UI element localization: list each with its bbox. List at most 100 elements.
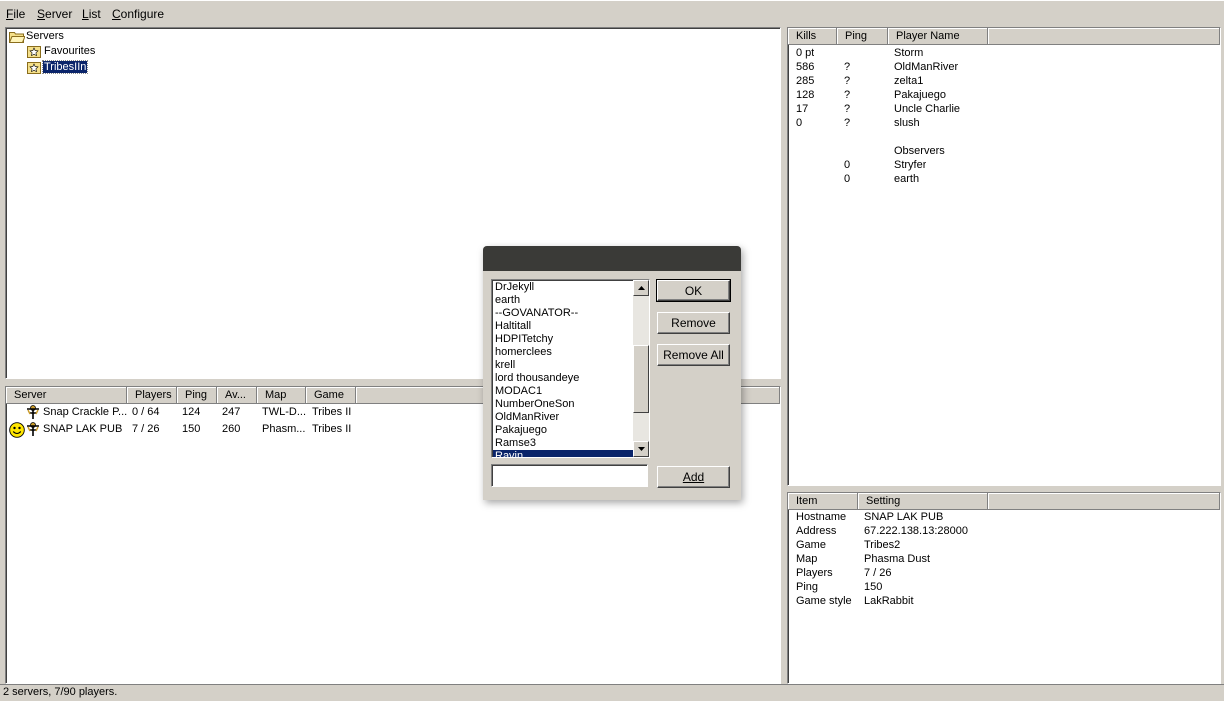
buddy-name-input[interactable]	[491, 464, 648, 487]
scroll-down-button[interactable]	[633, 441, 649, 457]
server-map: Phasm...	[262, 423, 306, 435]
tree-node-servers[interactable]: Servers	[26, 30, 64, 42]
player-row[interactable]: 586 ? OldManRiver	[788, 61, 1220, 75]
server-info-panel: Item Setting Hostname SNAP LAK PUB Addre…	[787, 492, 1221, 684]
list-item[interactable]: DrJekyll	[495, 281, 534, 294]
list-item[interactable]: OldManRiver	[495, 411, 559, 424]
list-item[interactable]: earth	[495, 294, 520, 307]
player-name: Uncle Charlie	[894, 103, 961, 115]
scroll-up-button[interactable]	[633, 280, 649, 296]
info-setting: LakRabbit	[864, 595, 914, 607]
info-row[interactable]: Map Phasma Dust	[788, 553, 1220, 567]
menu-file-label: ile	[13, 7, 26, 21]
tree-node-favourites[interactable]: Favourites	[44, 45, 95, 57]
info-item: Ping	[796, 581, 819, 593]
info-setting: Phasma Dust	[864, 553, 931, 565]
info-row[interactable]: Hostname SNAP LAK PUB	[788, 511, 1220, 525]
menu-file[interactable]: File	[6, 7, 25, 21]
players-panel: Kills Ping Player Name 0 pt Storm 586 ? …	[787, 27, 1221, 486]
list-item[interactable]: NumberOneSon	[495, 398, 575, 411]
player-row[interactable]: 17 ? Uncle Charlie	[788, 103, 1220, 117]
server-name: SNAP LAK PUB	[43, 423, 123, 435]
list-item[interactable]: --GOVANATOR--	[495, 307, 578, 320]
column-header-ping[interactable]: Ping	[837, 28, 888, 45]
list-item[interactable]: Haltitall	[495, 320, 531, 333]
dialog-titlebar[interactable]	[483, 246, 741, 271]
player-ping: ?	[844, 75, 851, 87]
player-name: zelta1	[894, 75, 924, 87]
server-game: Tribes II	[312, 423, 352, 435]
column-header-setting[interactable]: Setting	[858, 493, 988, 510]
player-row[interactable]	[788, 131, 1220, 145]
remove-all-button[interactable]: Remove All	[657, 344, 730, 366]
player-row[interactable]: 0 pt Storm	[788, 47, 1220, 61]
info-setting: 150	[864, 581, 883, 593]
buddy-listbox[interactable]: DrJekyll earth --GOVANATOR-- Haltitall H…	[491, 279, 650, 458]
column-header-server[interactable]: Server	[6, 387, 127, 404]
smiley-icon	[9, 422, 25, 438]
player-ping: 0	[844, 159, 851, 171]
server-players: 7 / 26	[132, 423, 160, 435]
column-header-player-name[interactable]: Player Name	[888, 28, 988, 45]
column-header-kills[interactable]: Kills	[788, 28, 837, 45]
ok-button[interactable]: OK	[656, 279, 731, 302]
add-button[interactable]: Add	[657, 466, 730, 488]
server-avg: 260	[222, 423, 241, 435]
server-players: 0 / 64	[132, 406, 160, 418]
scroll-thumb[interactable]	[633, 345, 649, 413]
player-kills: 0	[796, 117, 803, 129]
player-row[interactable]: 0 earth	[788, 173, 1220, 187]
info-row[interactable]: Ping 150	[788, 581, 1220, 595]
menu-configure-mnemonic: C	[112, 7, 121, 21]
player-name: slush	[894, 117, 920, 129]
player-name: OldManRiver	[894, 61, 959, 73]
list-item-selected[interactable]: Ravin	[493, 450, 634, 457]
list-item[interactable]: homerclees	[495, 346, 552, 359]
menu-server-label: erver	[45, 7, 73, 21]
player-row[interactable]: 0 Stryfer	[788, 159, 1220, 173]
player-row[interactable]: 128 ? Pakajuego	[788, 89, 1220, 103]
player-name: Storm	[894, 47, 924, 59]
player-ping: ?	[844, 89, 851, 101]
list-item[interactable]: krell	[495, 359, 515, 372]
list-item[interactable]: Ramse3	[495, 437, 536, 450]
info-setting: 7 / 26	[864, 567, 892, 579]
info-item: Players	[796, 567, 833, 579]
player-row[interactable]: 285 ? zelta1	[788, 75, 1220, 89]
info-setting: 67.222.138.13:28000	[864, 525, 968, 537]
list-item[interactable]: Pakajuego	[495, 424, 547, 437]
favourite-folder-icon	[27, 46, 41, 58]
info-row[interactable]: Game style LakRabbit	[788, 595, 1220, 609]
info-row[interactable]: Players 7 / 26	[788, 567, 1220, 581]
server-ping: 124	[182, 406, 201, 418]
info-row[interactable]: Address 67.222.138.13:28000	[788, 525, 1220, 539]
list-scrollbar[interactable]	[633, 280, 649, 457]
info-item: Hostname	[796, 511, 847, 523]
menu-configure[interactable]: Configure	[112, 7, 164, 21]
server-avg: 247	[222, 406, 241, 418]
column-header-filler	[988, 28, 1220, 45]
column-header-players[interactable]: Players	[127, 387, 177, 404]
player-name: Stryfer	[894, 159, 927, 171]
list-item[interactable]: HDPITetchy	[495, 333, 553, 346]
column-header-ping[interactable]: Ping	[177, 387, 217, 404]
list-item[interactable]: lord thousandeye	[495, 372, 579, 385]
info-setting: SNAP LAK PUB	[864, 511, 944, 523]
column-header-map[interactable]: Map	[257, 387, 306, 404]
remove-button[interactable]: Remove	[657, 312, 730, 334]
column-header-avg[interactable]: Av...	[217, 387, 257, 404]
open-folder-icon	[9, 32, 25, 43]
menu-list[interactable]: List	[82, 7, 101, 21]
arrow-up-icon	[637, 286, 645, 290]
column-header-game[interactable]: Game	[306, 387, 356, 404]
menu-bar: File Server List Configure	[0, 0, 1224, 27]
player-row[interactable]: 0 ? slush	[788, 117, 1220, 131]
info-row[interactable]: Game Tribes2	[788, 539, 1220, 553]
player-row[interactable]: Observers	[788, 145, 1220, 159]
menu-server-mnemonic: S	[37, 7, 46, 21]
player-kills: 586	[796, 61, 815, 73]
list-item[interactable]: MODAC1	[495, 385, 542, 398]
column-header-item[interactable]: Item	[788, 493, 858, 510]
menu-server[interactable]: Server	[37, 7, 72, 21]
tree-node-tribesiin[interactable]: TribesIIn	[41, 60, 89, 74]
